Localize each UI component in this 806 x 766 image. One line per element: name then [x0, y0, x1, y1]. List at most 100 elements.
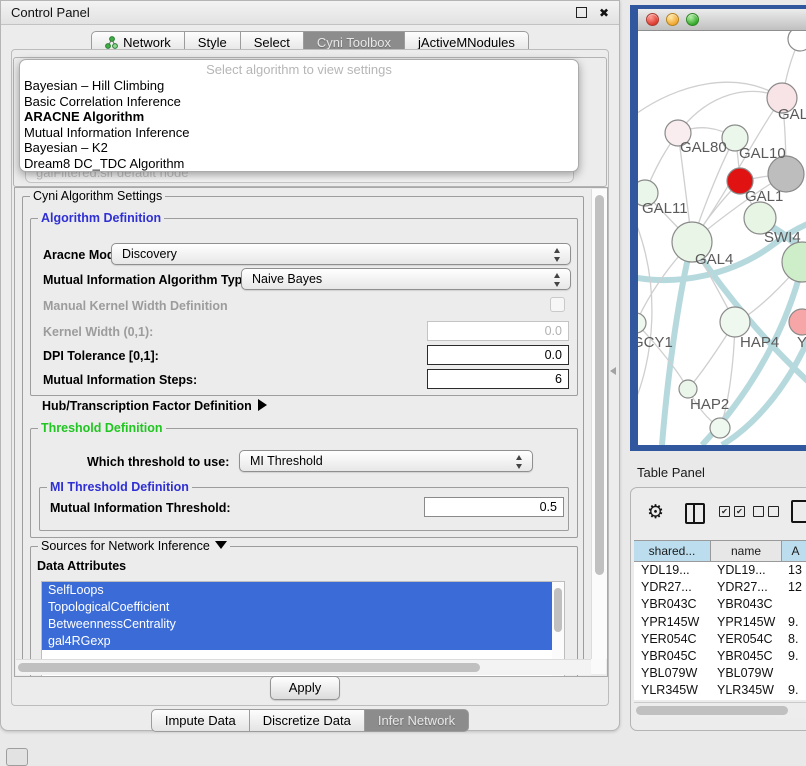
kernel-width-label: Kernel Width (0,1):	[43, 325, 153, 339]
algorithm-definition-title: Algorithm Definition	[38, 211, 164, 225]
table-row[interactable]: YLR345WYLR345W9.	[634, 682, 806, 699]
table-cell: 12	[782, 579, 806, 596]
table-cell: 9.	[782, 614, 806, 631]
sources-title-toggle[interactable]: Sources for Network Inference	[38, 539, 230, 553]
table-cell: 13	[782, 562, 806, 579]
table-row[interactable]: YIL052CYIL052C9	[634, 700, 806, 701]
table-row[interactable]: YDL19...YDL19...13	[634, 562, 806, 579]
control-panel-window: Control Panel ✖ NetworkStyleSelectCyni T…	[0, 0, 620, 731]
cyni-algorithm-settings-title: Cyni Algorithm Settings	[30, 189, 165, 203]
dpi-tolerance-field[interactable]: 0.0	[427, 345, 569, 365]
algorithm-dropdown-list: Select algorithm to view settings Bayesi…	[19, 59, 579, 172]
mi-steps-field[interactable]: 6	[427, 369, 569, 389]
kernel-width-field[interactable]: 0.0	[427, 321, 569, 341]
table-cell: YIL052C	[634, 700, 711, 701]
close-traffic-light-icon[interactable]	[646, 13, 659, 26]
attr-list-vscroll-thumb[interactable]	[554, 588, 562, 632]
dropdown-item[interactable]: Bayesian – K2	[20, 140, 578, 156]
table-row[interactable]: YBR045CYBR045C9.	[634, 648, 806, 665]
table-hscroll-thumb[interactable]	[636, 706, 788, 715]
network-window-titlebar[interactable]	[638, 9, 806, 31]
table-body: YDL19...YDL19...13YDR27...YDR27...12YBR0…	[634, 562, 806, 700]
table-cell: YIL052C	[711, 700, 782, 701]
node-table: shared...nameA YDL19...YDL19...13YDR27..…	[634, 540, 806, 700]
minimize-traffic-light-icon[interactable]	[666, 13, 679, 26]
table-cell: YBR043C	[711, 596, 782, 613]
dropdown-item[interactable]: Mutual Information Inference	[20, 125, 578, 141]
network-node-hap4[interactable]	[720, 307, 750, 337]
settings-vscroll-thumb[interactable]	[595, 195, 604, 575]
dropdown-item[interactable]: ARACNE Algorithm	[20, 109, 578, 125]
table-hscrollbar[interactable]	[634, 702, 806, 718]
data-attributes-label: Data Attributes	[37, 559, 126, 573]
settings-hscrollbar[interactable]	[16, 659, 591, 675]
table-cell	[782, 665, 806, 682]
network-canvas[interactable]: GALGAL80GAL10GAL1GAL11SWI4GAL4GCY1HAP4YH…	[638, 31, 806, 445]
node-label-y: Y	[797, 334, 806, 351]
column-header-shared[interactable]: shared...	[634, 541, 711, 561]
apply-button[interactable]: Apply	[270, 676, 340, 700]
table-cell: 9	[782, 700, 806, 701]
deselect-all-checkboxes-icon[interactable]	[753, 506, 779, 517]
splitter-collapse-icon[interactable]	[610, 367, 616, 375]
dropdown-item[interactable]: Bayesian – Hill Climbing	[20, 78, 578, 94]
table-row[interactable]: YBR043CYBR043C	[634, 596, 806, 613]
settings-hscroll-thumb[interactable]	[18, 663, 480, 672]
network-node-y[interactable]	[789, 309, 806, 335]
table-header-row: shared...nameA	[634, 540, 806, 562]
network-node[interactable]	[710, 418, 730, 438]
data-attribute-item[interactable]: gal4RGexp	[42, 633, 556, 650]
mi-threshold-field[interactable]: 0.5	[424, 497, 564, 517]
dropdown-item[interactable]: Dream8 DC_TDC Algorithm	[20, 156, 578, 172]
column-header-A[interactable]: A	[782, 541, 806, 561]
tab-label: Select	[254, 35, 290, 50]
tab-infer-network[interactable]: Infer Network	[365, 709, 469, 732]
table-row[interactable]: YPR145WYPR145W9.	[634, 614, 806, 631]
mi-threshold-label: Mutual Information Threshold:	[50, 501, 231, 515]
aracne-mode-combo[interactable]: Discovery	[111, 243, 571, 265]
column-header-name[interactable]: name	[711, 541, 782, 561]
table-cell: YBR045C	[634, 648, 711, 665]
tab-impute-data[interactable]: Impute Data	[151, 709, 250, 732]
table-row[interactable]: YER054CYER054C8.	[634, 631, 806, 648]
minimized-panel-icon[interactable]	[6, 748, 28, 766]
table-row[interactable]: YBL079WYBL079W	[634, 665, 806, 682]
mi-threshold-group: MI Threshold Definition Mutual Informati…	[39, 487, 569, 531]
network-node[interactable]	[788, 31, 806, 51]
table-cell: 9.	[782, 648, 806, 665]
manual-kernel-width-label: Manual Kernel Width Definition	[43, 299, 228, 313]
network-edge	[638, 323, 688, 389]
bottom-tab-bar: Impute DataDiscretize DataInfer Network	[1, 709, 619, 732]
columns-icon[interactable]	[685, 503, 705, 524]
zoom-traffic-light-icon[interactable]	[686, 13, 699, 26]
select-all-checkboxes-icon[interactable]: ✔ ✔	[719, 506, 745, 517]
settings-vscrollbar[interactable]	[591, 189, 607, 659]
network-edge	[638, 82, 782, 116]
hub-definition-toggle[interactable]: Hub/Transcription Factor Definition	[42, 399, 267, 413]
dropdown-item[interactable]: Basic Correlation Inference	[20, 94, 578, 110]
checked-box-icon: ✔	[734, 506, 745, 517]
export-table-icon[interactable]	[791, 500, 806, 523]
network-node-gcy1[interactable]	[638, 313, 646, 333]
mi-algorithm-type-label: Mutual Information Algorithm Type:	[43, 273, 253, 287]
data-attribute-item[interactable]: BetweennessCentrality	[42, 616, 556, 633]
float-window-icon[interactable]	[576, 7, 587, 18]
which-threshold-combo[interactable]: MI Threshold	[239, 450, 533, 472]
tab-discretize-data[interactable]: Discretize Data	[250, 709, 365, 732]
table-panel-title: Table Panel	[637, 465, 705, 480]
data-attribute-item[interactable]: TopologicalCoefficient	[42, 599, 556, 616]
manual-kernel-width-checkbox[interactable]	[550, 297, 565, 312]
algorithm-definition-group: Algorithm Definition Aracne Mode: Discov…	[30, 218, 578, 396]
data-attribute-item[interactable]: SelfLoops	[42, 582, 556, 599]
network-node[interactable]	[782, 242, 806, 282]
gear-icon[interactable]: ⚙	[647, 501, 664, 523]
table-cell: YBR045C	[711, 648, 782, 665]
table-row[interactable]: YDR27...YDR27...12	[634, 579, 806, 596]
node-label-gcy1: GCY1	[638, 334, 673, 351]
node-label-gal1: GAL1	[745, 188, 783, 205]
hub-definition-label: Hub/Transcription Factor Definition	[42, 399, 252, 413]
node-label-gal80: GAL80	[680, 139, 727, 156]
threshold-definition-title: Threshold Definition	[38, 421, 166, 435]
mi-algorithm-type-combo[interactable]: Naive Bayes	[241, 268, 571, 290]
close-icon[interactable]: ✖	[599, 7, 609, 19]
